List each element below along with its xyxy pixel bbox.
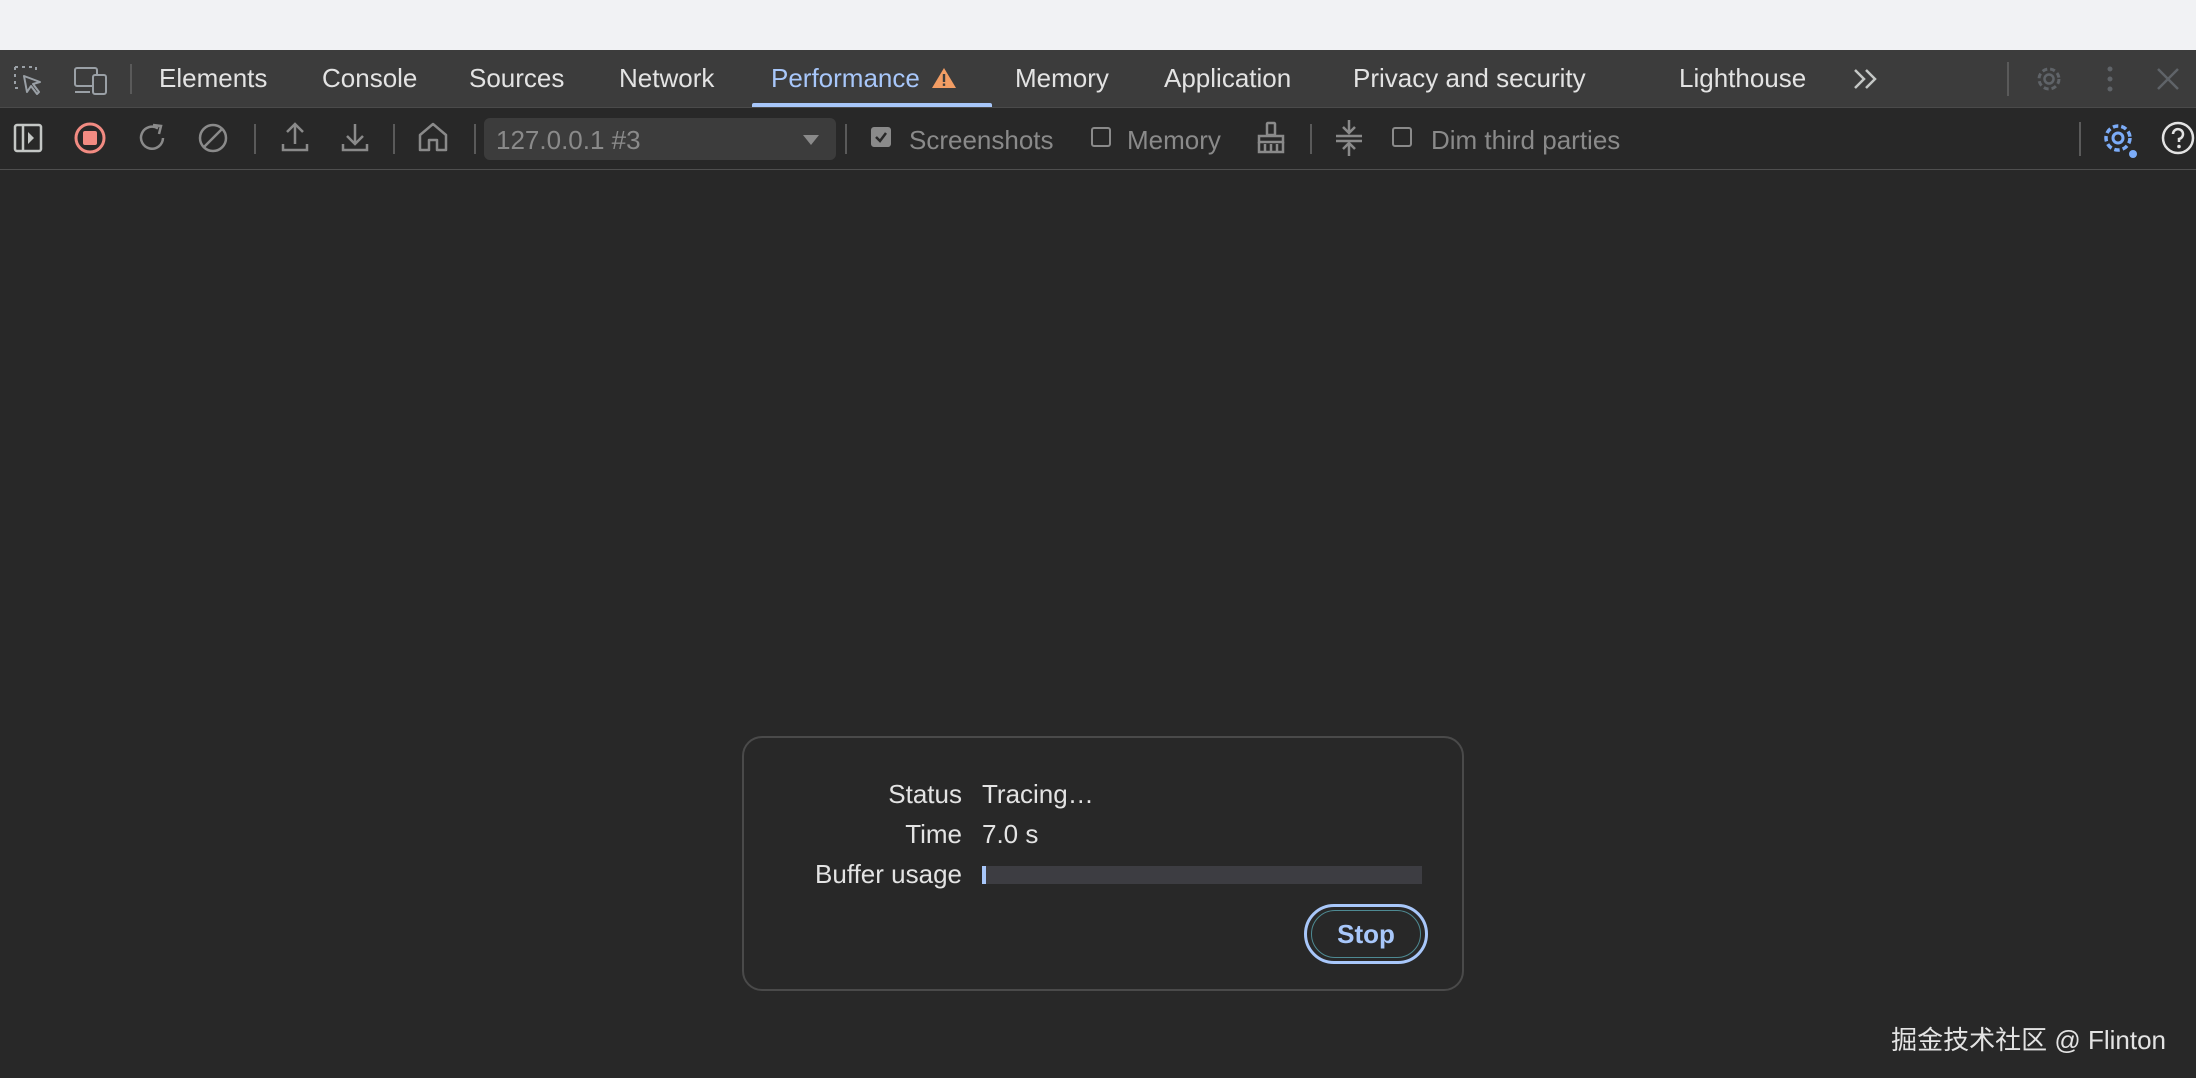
clear-icon[interactable] — [196, 121, 230, 155]
active-tab-indicator — [752, 103, 992, 107]
dim-third-parties-checkbox[interactable] — [1392, 127, 1412, 147]
capture-settings-icon[interactable] — [2101, 119, 2139, 159]
upload-icon[interactable] — [279, 120, 311, 154]
devtools-tab-bar: Elements Console Sources Network Perform… — [0, 50, 2196, 108]
tab-elements[interactable]: Elements — [159, 50, 267, 107]
buffer-usage-fill — [982, 866, 987, 884]
performance-toolbar: 127.0.0.1 #3 Screenshots Memory Dim thir… — [0, 108, 2196, 170]
window-top-strip — [0, 0, 2196, 50]
tab-memory[interactable]: Memory — [1015, 50, 1109, 107]
memory-checkbox[interactable] — [1091, 127, 1111, 147]
memory-label: Memory — [1127, 125, 1221, 155]
help-icon[interactable] — [2160, 120, 2196, 156]
target-select[interactable]: 127.0.0.1 #3 — [484, 118, 836, 160]
garbage-collect-icon[interactable] — [1254, 120, 1288, 156]
tab-network[interactable]: Network — [619, 50, 714, 107]
collapse-track-icon[interactable] — [1333, 118, 1365, 158]
checkmark-icon — [875, 132, 887, 143]
settings-icon[interactable] — [2032, 62, 2066, 96]
toolbar-divider — [393, 124, 395, 154]
status-label: Status — [888, 779, 962, 809]
time-label: Time — [905, 819, 962, 849]
warning-icon — [932, 68, 957, 88]
download-icon[interactable] — [339, 120, 371, 154]
tab-privacy-and-security[interactable]: Privacy and security — [1353, 50, 1586, 107]
time-value: 7.0 s — [982, 819, 1039, 849]
more-tabs-icon[interactable] — [1851, 66, 1881, 92]
screenshots-checkbox[interactable] — [871, 127, 891, 147]
device-toggle-icon[interactable] — [72, 64, 110, 96]
tab-performance-label: Performance — [771, 63, 920, 93]
toolbar-divider — [845, 124, 847, 154]
tab-application[interactable]: Application — [1164, 50, 1291, 107]
tab-console[interactable]: Console — [322, 50, 417, 107]
tab-divider — [130, 64, 132, 94]
toolbar-divider — [1310, 124, 1312, 154]
status-value: Tracing… — [982, 779, 1094, 809]
buffer-usage-bar — [982, 866, 1422, 884]
toolbar-divider — [254, 124, 256, 154]
stop-button-label: Stop — [1311, 910, 1421, 958]
toolbar-divider — [2079, 122, 2081, 156]
recording-status-dialog: Status Tracing… Time 7.0 s Buffer usage … — [742, 736, 1464, 991]
stop-button[interactable]: Stop — [1304, 904, 1428, 964]
toolbar-divider — [474, 124, 476, 154]
tab-sources[interactable]: Sources — [469, 50, 564, 107]
reload-record-icon[interactable] — [135, 121, 169, 155]
dropdown-caret-icon — [803, 135, 819, 145]
tab-lighthouse[interactable]: Lighthouse — [1679, 50, 1806, 107]
tab-performance[interactable]: Performance — [771, 50, 957, 107]
record-stop-icon[interactable] — [73, 121, 107, 155]
buffer-usage-label: Buffer usage — [815, 859, 962, 889]
dim-third-parties-label: Dim third parties — [1431, 125, 1621, 155]
tab-divider — [2007, 62, 2009, 96]
inspect-element-icon[interactable] — [12, 64, 44, 96]
screenshots-label: Screenshots — [909, 125, 1054, 155]
home-icon[interactable] — [416, 120, 450, 154]
watermark: 掘金技术社区 @ Flinton — [1891, 1025, 2166, 1055]
close-icon[interactable] — [2155, 66, 2181, 92]
toggle-sidebar-icon[interactable] — [12, 122, 44, 154]
more-options-icon[interactable] — [2100, 64, 2120, 94]
target-select-value: 127.0.0.1 #3 — [496, 125, 641, 155]
